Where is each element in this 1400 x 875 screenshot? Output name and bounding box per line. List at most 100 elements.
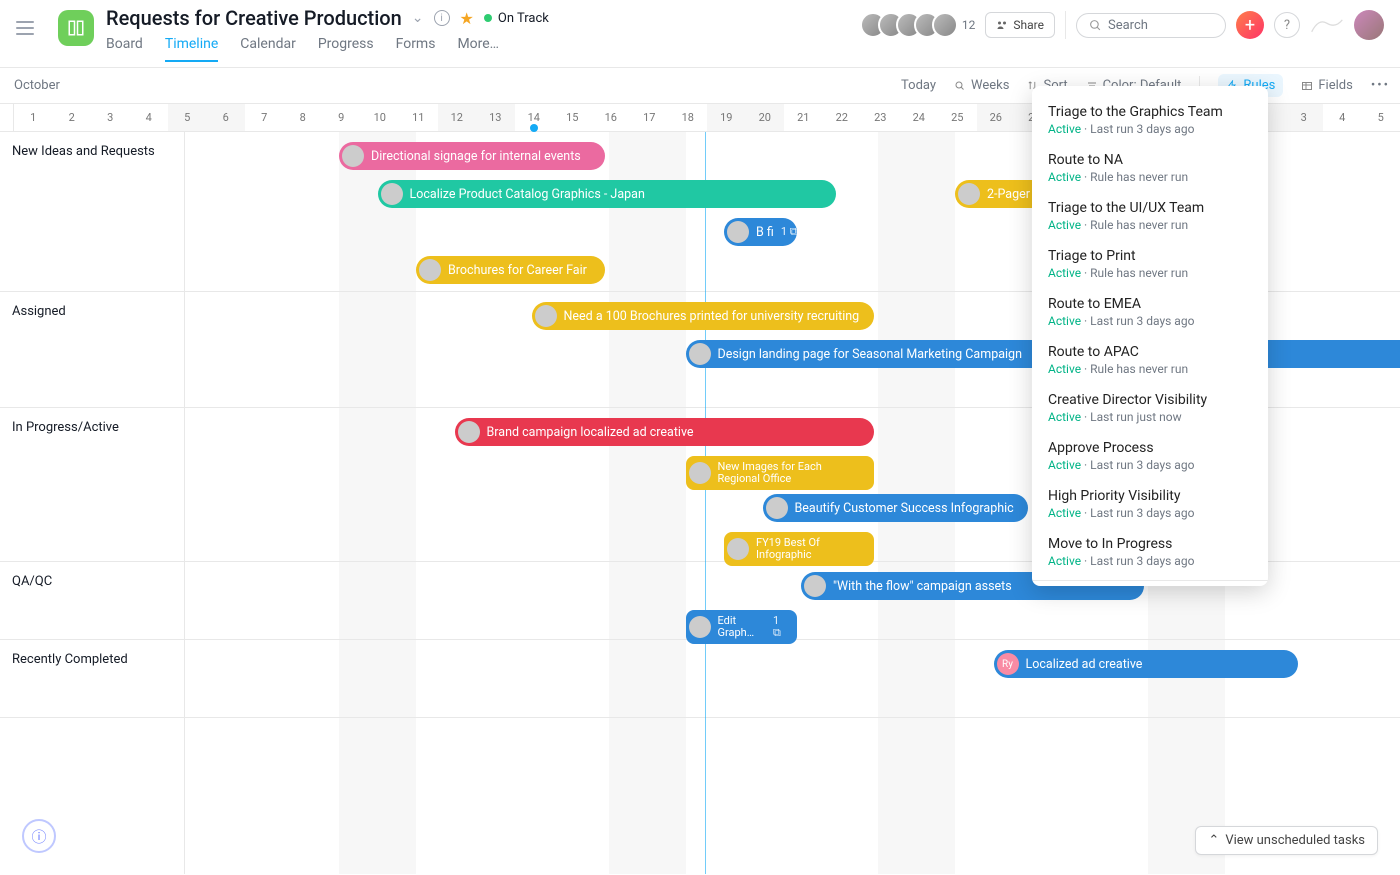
zoom-select[interactable]: Weeks: [954, 78, 1009, 93]
date-cell: 6: [207, 104, 246, 131]
member-count: 12: [962, 18, 976, 32]
sidebar-toggle[interactable]: [16, 14, 44, 42]
rule-name: Route to NA: [1048, 152, 1252, 168]
rule-detail: · Rule has never run: [1081, 218, 1188, 232]
rule-item[interactable]: Route to NAActive · Rule has never run: [1032, 144, 1268, 192]
tab-forms[interactable]: Forms: [396, 36, 436, 62]
task-bar[interactable]: New Images for Each Regional Office: [686, 456, 875, 490]
month-label: October: [10, 78, 85, 93]
fields-icon: [1301, 80, 1313, 92]
rule-detail: · Rule has never run: [1081, 170, 1188, 184]
rule-name: Move to In Progress: [1048, 536, 1252, 552]
date-cell: 20: [746, 104, 785, 131]
task-bar[interactable]: Directional signage for internal events: [339, 142, 605, 170]
task-bar[interactable]: RyLocalized ad creative: [994, 650, 1298, 678]
rule-item[interactable]: Triage to the Graphics TeamActive · Last…: [1032, 96, 1268, 144]
rule-item[interactable]: Route to APACActive · Rule has never run: [1032, 336, 1268, 384]
rule-status: Active: [1048, 506, 1081, 520]
date-cell: 1: [14, 104, 53, 131]
rule-name: High Priority Visibility: [1048, 488, 1252, 504]
help-icon[interactable]: ?: [1274, 12, 1300, 38]
task-label: Brochures for Career Fair: [448, 263, 587, 278]
help-fab[interactable]: ⓘ: [22, 819, 56, 853]
section-header[interactable]: QA/QC: [0, 562, 184, 640]
task-label: Brand campaign localized ad creative: [487, 425, 694, 440]
assignee-avatar: [342, 145, 364, 167]
rule-name: Creative Director Visibility: [1048, 392, 1252, 408]
task-bar[interactable]: Need a 100 Brochures printed for univers…: [532, 302, 875, 330]
tab-more[interactable]: More…: [457, 36, 499, 62]
tab-progress[interactable]: Progress: [318, 36, 374, 62]
assignee-avatar: [419, 259, 441, 281]
rule-name: Triage to the Graphics Team: [1048, 104, 1252, 120]
date-cell: 19: [707, 104, 746, 131]
today-button[interactable]: Today: [901, 78, 936, 93]
rule-item[interactable]: Route to EMEAActive · Last run 3 days ag…: [1032, 288, 1268, 336]
date-cell: 16: [592, 104, 631, 131]
chevron-up-icon: ⌃: [1208, 833, 1219, 848]
task-bar[interactable]: B fi1 ⧉: [724, 218, 797, 246]
add-rule-button[interactable]: + Add rule: [1032, 585, 1268, 586]
rule-item[interactable]: Creative Director Visibility Active · Las…: [1032, 384, 1268, 432]
rule-status: Active: [1048, 410, 1081, 424]
task-label: Localize Product Catalog Graphics - Japa…: [410, 187, 645, 202]
assignee-avatar: [727, 221, 749, 243]
assignee-avatar: [458, 421, 480, 443]
view-unscheduled-button[interactable]: ⌃ View unscheduled tasks: [1195, 826, 1378, 855]
date-cell: 5: [1362, 104, 1400, 131]
rules-popover: Triage to the Graphics Team Active · Last…: [1032, 86, 1268, 586]
rule-status: Active: [1048, 554, 1081, 568]
rule-name: Route to APAC: [1048, 344, 1252, 360]
rule-detail: · Last run 3 days ago: [1081, 122, 1194, 136]
project-status[interactable]: On Track: [484, 11, 549, 26]
date-cell: 11: [399, 104, 438, 131]
task-bar[interactable]: Localize Product Catalog Graphics - Japa…: [378, 180, 836, 208]
rule-name: Triage to Print: [1048, 248, 1252, 264]
rule-status: Active: [1048, 458, 1081, 472]
rule-item[interactable]: Triage to PrintActive · Rule has never r…: [1032, 240, 1268, 288]
section-header[interactable]: In Progress/Active: [0, 408, 184, 562]
tab-board[interactable]: Board: [106, 36, 143, 62]
section-header[interactable]: Assigned: [0, 292, 184, 408]
user-avatar[interactable]: [1354, 10, 1384, 40]
task-bar[interactable]: Edit Graph…1 ⧉: [686, 610, 798, 644]
search-input[interactable]: Search: [1076, 13, 1226, 38]
assignee-avatar: Ry: [997, 653, 1019, 675]
create-button[interactable]: +: [1236, 11, 1264, 39]
fields-button[interactable]: Fields: [1301, 78, 1352, 93]
today-line: [705, 132, 706, 874]
member-avatars[interactable]: 12: [868, 12, 976, 38]
assignee-avatar: [381, 183, 403, 205]
rule-item[interactable]: Approve ProcessActive · Last run 3 days …: [1032, 432, 1268, 480]
project-icon[interactable]: [58, 10, 94, 46]
rule-detail: · Rule has never run: [1081, 362, 1188, 376]
favorite-star-icon[interactable]: ★: [460, 9, 474, 28]
date-cell: 25: [938, 104, 977, 131]
date-cell: 22: [823, 104, 862, 131]
info-icon[interactable]: i: [434, 10, 450, 26]
project-menu-chevron-icon[interactable]: ⌄: [412, 10, 424, 26]
tab-timeline[interactable]: Timeline: [165, 36, 218, 62]
task-bar[interactable]: Brochures for Career Fair: [416, 256, 605, 284]
rule-item[interactable]: High Priority VisibilityActive · Last ru…: [1032, 480, 1268, 528]
rule-name: Triage to the UI/UX Team: [1048, 200, 1252, 216]
project-title[interactable]: Requests for Creative Production: [106, 6, 402, 30]
section-header[interactable]: New Ideas and Requests: [0, 132, 184, 292]
tab-calendar[interactable]: Calendar: [240, 36, 296, 62]
task-bar[interactable]: FY19 Best Of Infographic: [724, 532, 874, 566]
rule-detail: · Last run just now: [1081, 410, 1182, 424]
task-label: Directional signage for internal events: [371, 149, 581, 164]
status-dot-icon: [484, 14, 492, 22]
rule-item[interactable]: Move to In ProgressActive · Last run 3 d…: [1032, 528, 1268, 576]
rule-item[interactable]: Triage to the UI/UX TeamActive · Rule ha…: [1032, 192, 1268, 240]
section-header[interactable]: Recently Completed: [0, 640, 184, 718]
rule-name: Route to EMEA: [1048, 296, 1252, 312]
share-button[interactable]: Share: [985, 12, 1055, 38]
task-bar[interactable]: Beautify Customer Success Infographic: [763, 494, 1029, 522]
info-icon: ⓘ: [31, 826, 46, 847]
task-bar[interactable]: Brand campaign localized ad creative: [455, 418, 875, 446]
task-label: B fi: [756, 225, 774, 240]
more-options-icon[interactable]: •••: [1371, 78, 1390, 93]
date-cell: 21: [784, 104, 823, 131]
today-marker-icon: [530, 124, 538, 132]
